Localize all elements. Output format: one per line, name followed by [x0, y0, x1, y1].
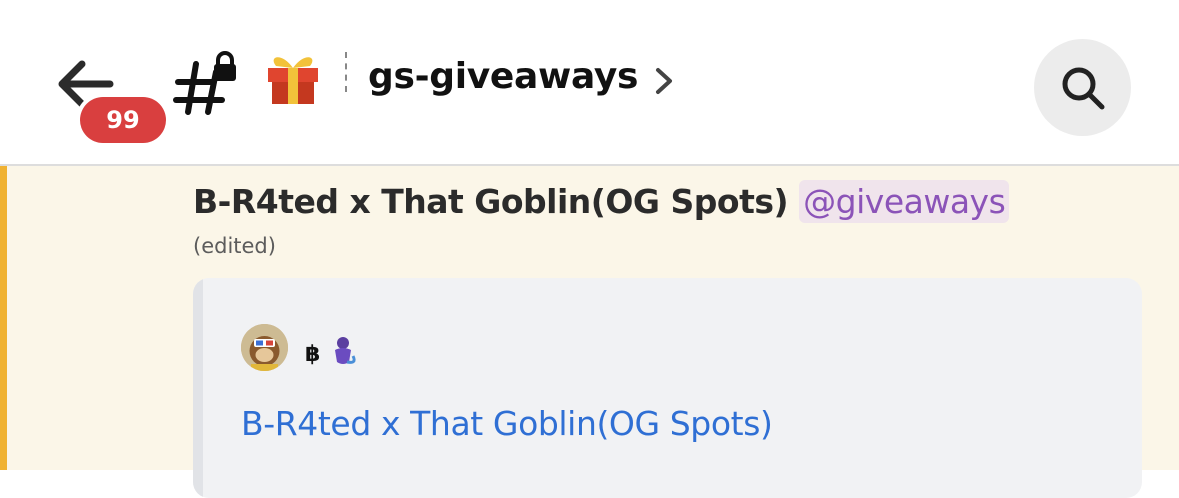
embed-title-link[interactable]: B-R4ted x That Goblin(OG Spots): [241, 404, 773, 443]
header-divider: [345, 52, 347, 92]
mention-indicator-bar: [0, 166, 7, 470]
gift-icon: [268, 57, 318, 104]
hashtag-lock-icon: [173, 51, 236, 115]
bitcoin-genie-icon[interactable]: ฿: [303, 334, 363, 368]
svg-text:฿: ฿: [305, 342, 320, 367]
message-embed: ฿ B-R4ted x That Goblin(OG Spots): [193, 278, 1142, 498]
embed-accent-bar: [193, 278, 203, 498]
search-button[interactable]: [1034, 39, 1131, 136]
message-text: B-R4ted x That Goblin(OG Spots) @giveawa…: [193, 180, 1010, 232]
unread-count-badge: 99: [80, 97, 166, 143]
message-title: B-R4ted x That Goblin(OG Spots): [193, 182, 789, 221]
search-icon: [1062, 67, 1105, 110]
channel-name[interactable]: gs-giveaways: [368, 52, 638, 102]
role-mention[interactable]: @giveaways: [799, 180, 1010, 223]
monkey-avatar-icon[interactable]: [241, 324, 288, 371]
edited-label: (edited): [193, 234, 276, 258]
message-highlighted: B-R4ted x That Goblin(OG Spots) @giveawa…: [0, 166, 1179, 498]
chevron-right-icon[interactable]: [652, 66, 676, 96]
channel-header: 99 gs-giveaways: [0, 0, 1179, 166]
